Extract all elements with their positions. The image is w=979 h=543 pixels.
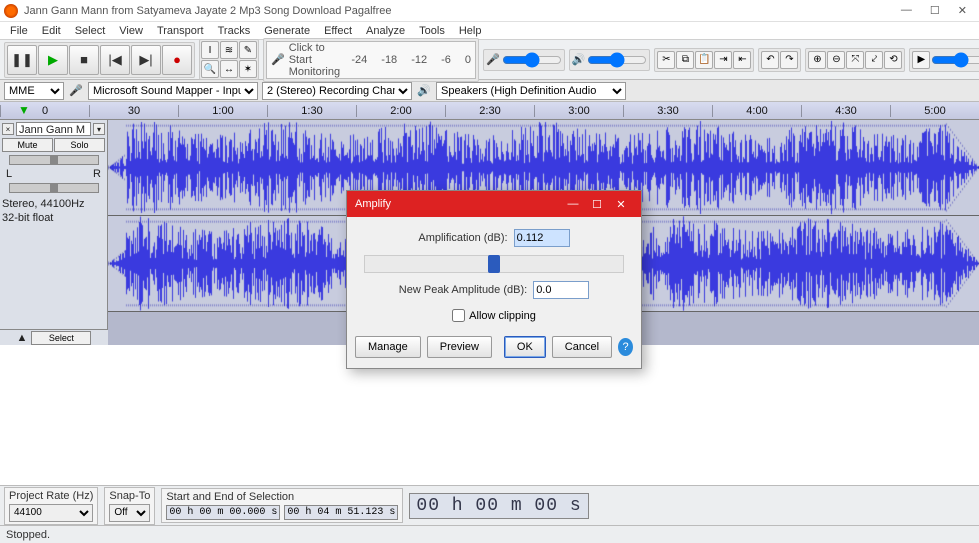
dialog-titlebar[interactable]: Amplify — ☐ ✕ bbox=[347, 191, 641, 217]
record-meter[interactable]: 🎤 Click to Start Monitoring -24-18-12-60 bbox=[266, 41, 476, 79]
allow-clipping-checkbox[interactable] bbox=[452, 309, 465, 322]
mic-device-icon: 🎤 bbox=[68, 83, 84, 99]
record-volume-slider[interactable] bbox=[502, 52, 562, 68]
solo-button[interactable]: Solo bbox=[54, 138, 105, 152]
peak-input[interactable] bbox=[533, 281, 589, 299]
track-info: Stereo, 44100Hz 32-bit float bbox=[2, 197, 105, 226]
monitor-label: Click to Start Monitoring bbox=[289, 42, 348, 78]
play-at-speed-button[interactable]: ▶ bbox=[912, 51, 930, 69]
dialog-title: Amplify bbox=[355, 198, 391, 210]
pause-button[interactable]: ❚❚ bbox=[7, 45, 37, 75]
selection-tool[interactable]: I bbox=[201, 41, 219, 59]
fit-project-button[interactable]: ⤦ bbox=[865, 51, 883, 69]
collapse-icon[interactable]: ▲ bbox=[17, 332, 28, 344]
playhead-pin-icon: ▼ bbox=[18, 103, 30, 117]
timeshift-tool[interactable]: ↔ bbox=[220, 60, 238, 78]
menu-view[interactable]: View bbox=[119, 25, 143, 37]
dialog-close-button[interactable]: ✕ bbox=[609, 198, 633, 211]
redo-button[interactable]: ↷ bbox=[780, 51, 798, 69]
output-device-select[interactable]: Speakers (High Definition Audio bbox=[436, 82, 626, 100]
maximize-button[interactable]: ☐ bbox=[930, 4, 940, 17]
track-close-button[interactable]: × bbox=[2, 123, 14, 135]
pan-slider[interactable] bbox=[9, 183, 99, 193]
input-device-select[interactable]: Microsoft Sound Mapper - Input bbox=[88, 82, 258, 100]
amplify-dialog: Amplify — ☐ ✕ Amplification (dB): New Pe… bbox=[346, 190, 642, 369]
cut-button[interactable]: ✂ bbox=[657, 51, 675, 69]
amplification-input[interactable] bbox=[514, 229, 570, 247]
selection-start[interactable]: 00 h 00 m 00.000 s bbox=[166, 505, 280, 520]
selection-end[interactable]: 00 h 04 m 51.123 s bbox=[284, 505, 398, 520]
dialog-minimize-button[interactable]: — bbox=[561, 198, 585, 210]
track-select-button[interactable]: Select bbox=[31, 331, 91, 345]
silence-button[interactable]: ⇤ bbox=[733, 51, 751, 69]
cancel-button[interactable]: Cancel bbox=[552, 336, 612, 358]
audio-host-select[interactable]: MME bbox=[4, 82, 64, 100]
project-rate-select[interactable]: 44100 bbox=[9, 504, 93, 522]
selection-mode-label[interactable]: Start and End of Selection bbox=[166, 491, 398, 503]
channels-select[interactable]: 2 (Stereo) Recording Chann bbox=[262, 82, 412, 100]
stop-button[interactable]: ■ bbox=[69, 45, 99, 75]
close-button[interactable]: ✕ bbox=[958, 4, 967, 17]
db-ticks: -24-18-12-60 bbox=[351, 54, 471, 66]
skip-end-button[interactable]: ▶| bbox=[131, 45, 161, 75]
menu-generate[interactable]: Generate bbox=[264, 25, 310, 37]
trim-button[interactable]: ⇥ bbox=[714, 51, 732, 69]
play-speed-slider[interactable] bbox=[931, 52, 979, 68]
zoom-toggle-button[interactable]: ⟲ bbox=[884, 51, 902, 69]
preview-button[interactable]: Preview bbox=[427, 336, 492, 358]
skip-start-button[interactable]: |◀ bbox=[100, 45, 130, 75]
minimize-button[interactable]: — bbox=[901, 4, 912, 17]
fit-selection-button[interactable]: ⤧ bbox=[846, 51, 864, 69]
window-title: Jann Gann Mann from Satyameva Jayate 2 M… bbox=[24, 5, 901, 17]
status-text: Stopped. bbox=[6, 529, 50, 541]
menu-tracks[interactable]: Tracks bbox=[218, 25, 251, 37]
copy-button[interactable]: ⧉ bbox=[676, 51, 694, 69]
draw-tool[interactable]: ✎ bbox=[239, 41, 257, 59]
track-name[interactable]: Jann Gann M bbox=[16, 122, 91, 136]
menu-effect[interactable]: Effect bbox=[324, 25, 352, 37]
zoom-in-button[interactable]: ⊕ bbox=[808, 51, 826, 69]
peak-label: New Peak Amplitude (dB): bbox=[399, 284, 527, 296]
play-button[interactable]: ▶ bbox=[38, 45, 68, 75]
amplification-label: Amplification (dB): bbox=[418, 232, 507, 244]
record-button[interactable]: ● bbox=[162, 45, 192, 75]
app-logo bbox=[4, 4, 18, 18]
menu-transport[interactable]: Transport bbox=[157, 25, 204, 37]
menu-help[interactable]: Help bbox=[459, 25, 482, 37]
envelope-tool[interactable]: ≋ bbox=[220, 41, 238, 59]
audio-position[interactable]: 00 h 00 m 00 s bbox=[409, 493, 588, 519]
mute-button[interactable]: Mute bbox=[2, 138, 53, 152]
menu-analyze[interactable]: Analyze bbox=[366, 25, 405, 37]
snap-to-label: Snap-To bbox=[109, 490, 150, 502]
dialog-maximize-button[interactable]: ☐ bbox=[585, 198, 609, 211]
allow-clipping-label: Allow clipping bbox=[469, 310, 536, 322]
menu-edit[interactable]: Edit bbox=[42, 25, 61, 37]
amplification-slider[interactable] bbox=[364, 255, 624, 273]
menu-select[interactable]: Select bbox=[75, 25, 106, 37]
gain-slider[interactable] bbox=[9, 155, 99, 165]
undo-button[interactable]: ↶ bbox=[761, 51, 779, 69]
track-control-panel: × Jann Gann M ▾ Mute Solo LR Stereo, 441… bbox=[0, 120, 108, 345]
mic-icon: 🎤 bbox=[271, 53, 285, 66]
manage-button[interactable]: Manage bbox=[355, 336, 421, 358]
mic-vol-icon: 🎤 bbox=[486, 53, 500, 66]
snap-to-select[interactable]: Off bbox=[109, 504, 150, 522]
zoom-tool[interactable]: 🔍 bbox=[201, 60, 219, 78]
speaker-device-icon: 🔊 bbox=[416, 83, 432, 99]
speaker-vol-icon: 🔊 bbox=[572, 53, 586, 66]
menu-file[interactable]: File bbox=[10, 25, 28, 37]
ok-button[interactable]: OK bbox=[504, 336, 546, 358]
playback-volume-slider[interactable] bbox=[587, 52, 647, 68]
track-menu-button[interactable]: ▾ bbox=[93, 123, 105, 135]
menu-tools[interactable]: Tools bbox=[419, 25, 445, 37]
timeline-ruler[interactable]: ▼ 0 30 1:00 1:30 2:00 2:30 3:00 3:30 4:0… bbox=[0, 102, 979, 120]
help-icon[interactable]: ? bbox=[618, 338, 633, 356]
menubar: File Edit Select View Transport Tracks G… bbox=[0, 22, 979, 40]
zoom-out-button[interactable]: ⊖ bbox=[827, 51, 845, 69]
paste-button[interactable]: 📋 bbox=[695, 51, 713, 69]
multi-tool[interactable]: ✶ bbox=[239, 60, 257, 78]
project-rate-label: Project Rate (Hz) bbox=[9, 490, 93, 502]
